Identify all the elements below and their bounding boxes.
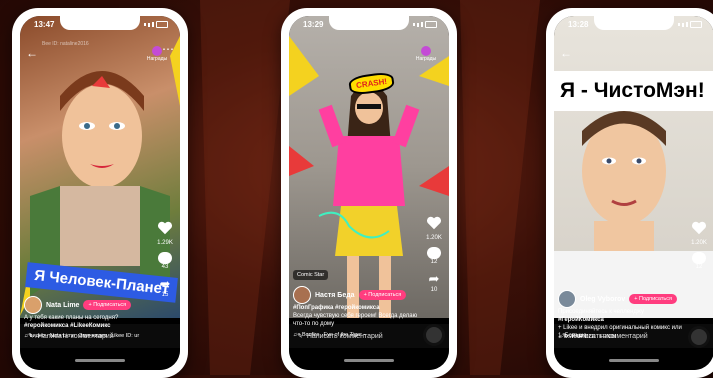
phone-mockup-3: Я - ЧистоМэн! 13:28 ← 1.20K 12 Oleg Vybo…	[546, 8, 713, 378]
back-arrow-icon[interactable]: ←	[26, 46, 38, 60]
like-button[interactable]: 1.20K	[423, 216, 445, 241]
battery-icon	[690, 21, 702, 28]
status-time: 13:29	[303, 20, 324, 29]
status-icons	[413, 21, 437, 28]
music-sound: FENDI	[599, 334, 616, 340]
phone-screen-1: Я Человек-Планет 13:47 Bee ID: nataline2…	[20, 16, 180, 370]
share-arrow-icon: ➦	[428, 271, 440, 286]
follow-button[interactable]: + Подписаться	[83, 300, 132, 310]
music-disc-icon[interactable]	[688, 326, 710, 348]
status-time: 13:28	[568, 20, 589, 29]
comment-count: 43	[161, 264, 169, 270]
like-button[interactable]: 1.20K	[688, 221, 710, 246]
share-arrow-icon: ➦	[159, 276, 171, 291]
home-indicator	[344, 359, 394, 362]
user-id-label: Bee ID: nataline2016	[42, 41, 89, 47]
caption-hashtags[interactable]: #ПопГрафика #геройкомикса	[293, 304, 419, 312]
like-count: 1.29K	[157, 240, 173, 246]
heart-icon	[692, 221, 706, 235]
caption-text: Присоединяйтесь к челленджу	[558, 309, 644, 315]
share-count: 15	[161, 292, 169, 298]
phone-mockup-2: CRASH! Comic Star 13:29 Награды 1.20K 12…	[281, 8, 457, 378]
author-name[interactable]: Nata Lime	[46, 302, 79, 309]
caption-hashtags[interactable]: #ГеройКомикса	[558, 316, 684, 324]
comment-bubble-icon	[158, 252, 172, 264]
phone-screen-3: Я - ЧистоМэн! 13:28 ← 1.20K 12 Oleg Vybo…	[554, 16, 713, 370]
author-name[interactable]: Oleg Vyborov	[580, 296, 625, 303]
action-rail: 1.20K 12	[688, 221, 710, 276]
battery-icon	[425, 21, 437, 28]
status-icons	[144, 21, 168, 28]
music-sound: Звук видео	[78, 333, 108, 339]
share-button[interactable]: ➦ 15	[154, 276, 176, 298]
back-arrow-icon[interactable]: ←	[560, 46, 572, 60]
rewards-icon	[421, 46, 431, 56]
phone-screen-2: CRASH! Comic Star 13:29 Награды 1.20K 12…	[289, 16, 449, 370]
heart-icon	[158, 221, 172, 235]
share-button[interactable]: ➦ 10	[423, 271, 445, 293]
music-track: ♫ - Bonfire	[293, 332, 320, 338]
share-count: 10	[430, 287, 438, 293]
rewards-button[interactable]: Награды	[413, 46, 439, 62]
like-count: 1.20K	[691, 240, 707, 246]
phone-mockup-1: Я Человек-Планет 13:47 Bee ID: nataline2…	[12, 8, 188, 378]
avatar[interactable]	[558, 290, 576, 308]
like-button[interactable]: 1.29K	[154, 221, 176, 246]
avatar[interactable]	[293, 286, 311, 304]
heart-icon	[427, 216, 441, 230]
comment-count: 12	[430, 259, 438, 265]
home-indicator	[75, 359, 125, 362]
caption-text: А у тебя какие планы на сегодня?	[24, 315, 119, 321]
music-track: ♫ видео - Nata Lime	[24, 333, 75, 339]
phone-notch	[60, 16, 140, 30]
author-row: Настя Беда + Подписаться	[293, 286, 407, 304]
follow-button[interactable]: + Подписаться	[629, 294, 677, 304]
author-name[interactable]: Настя Беда	[315, 292, 355, 299]
phone-notch	[329, 16, 409, 30]
comic-title-band: Я - ЧистоМэн!	[554, 71, 713, 111]
comment-count: 12	[695, 264, 703, 270]
more-options-icon[interactable]: ⋯	[162, 42, 174, 56]
music-disc-icon[interactable]	[423, 324, 445, 346]
music-track: ♫ OSKAR DZE	[558, 334, 596, 340]
comment-bubble-icon	[427, 247, 441, 259]
music-ticker[interactable]: ♫ - Bonfire Eye of the Tiger -	[293, 332, 427, 338]
status-time: 13:47	[34, 20, 55, 29]
status-icons	[678, 21, 702, 28]
caption-text: Всегда чувствую себя героем! Всегда дела…	[293, 313, 418, 327]
battery-icon	[156, 21, 168, 28]
action-rail: 1.29K 43 ➦ 15	[154, 221, 176, 304]
comment-button[interactable]: 12	[688, 252, 710, 270]
follow-button[interactable]: + Подписаться	[358, 290, 407, 300]
rewards-icon	[152, 46, 162, 56]
home-indicator	[609, 359, 659, 362]
comic-star-sticker[interactable]: Comic Star	[293, 270, 329, 280]
music-id: Likee ID: ur	[111, 333, 140, 339]
music-ticker[interactable]: ♫ видео - Nata Lime Звук видео Likee ID:…	[24, 333, 158, 339]
comment-bubble-icon	[692, 252, 706, 264]
action-rail: 1.20K 12 ➦ 10	[423, 216, 445, 299]
phone-notch	[594, 16, 674, 30]
author-row: Nata Lime + Подписаться	[24, 296, 132, 314]
author-row: Oleg Vyborov + Подписаться	[558, 290, 677, 308]
music-ticker[interactable]: ♫ OSKAR DZE FENDI	[558, 334, 692, 340]
comment-button[interactable]: 43	[154, 252, 176, 270]
comment-button[interactable]: 12	[423, 247, 445, 265]
music-sound: Eye of the Tiger -	[323, 332, 366, 338]
avatar[interactable]	[24, 296, 42, 314]
video-caption: #ПопГрафика #геройкомикса Всегда чувству…	[293, 304, 419, 328]
video-caption: А у тебя какие планы на сегодня? #геройк…	[24, 314, 150, 330]
caption-hashtags[interactable]: #геройкомикса #LikeeКомикс	[24, 322, 150, 330]
like-count: 1.20K	[426, 235, 442, 241]
